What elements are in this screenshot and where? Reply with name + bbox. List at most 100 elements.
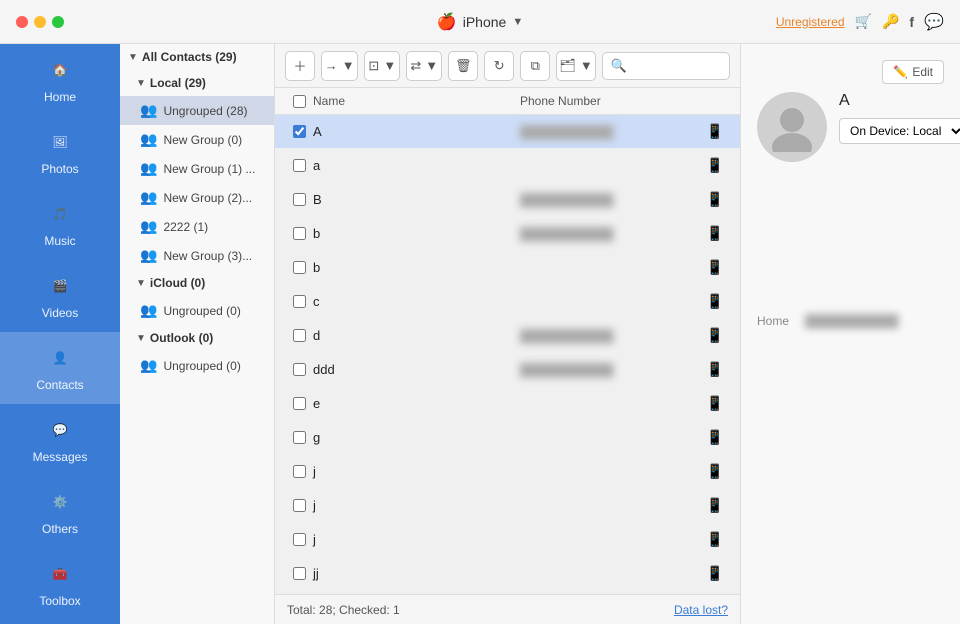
row-checkbox-cell[interactable] <box>285 397 313 410</box>
row-checkbox[interactable] <box>293 227 306 240</box>
sidebar-item-contacts[interactable]: 👤 Contacts <box>0 332 120 404</box>
search-input[interactable] <box>631 59 721 73</box>
row-checkbox[interactable] <box>293 533 306 546</box>
device-select[interactable]: On Device: Local iCloud Outlook <box>839 118 960 144</box>
row-checkbox[interactable] <box>293 295 306 308</box>
icloud-header[interactable]: ▼ iCloud (0) <box>120 270 274 296</box>
ungrouped-item[interactable]: 👥 Ungrouped (28) <box>120 96 274 125</box>
row-device-icon: 📱 <box>700 259 730 276</box>
row-checkbox[interactable] <box>293 567 306 580</box>
row-checkbox-cell[interactable] <box>285 499 313 512</box>
import-button[interactable]: → ▼ <box>321 51 358 81</box>
row-checkbox[interactable] <box>293 159 306 172</box>
row-checkbox-cell[interactable] <box>285 465 313 478</box>
row-name: a <box>313 158 520 173</box>
icloud-ungrouped-item[interactable]: 👥 Ungrouped (0) <box>120 296 274 325</box>
row-name: j <box>313 498 520 513</box>
row-checkbox[interactable] <box>293 397 306 410</box>
row-checkbox-cell[interactable] <box>285 125 313 138</box>
new-group-3-item[interactable]: 👥 New Group (3)... <box>120 241 274 270</box>
data-lost-link[interactable]: Data lost? <box>674 603 728 617</box>
facebook-icon[interactable]: f <box>909 14 914 30</box>
table-row[interactable]: a📱 <box>275 149 740 183</box>
new-group-0-label: New Group (0) <box>163 133 242 147</box>
sidebar-item-videos[interactable]: 🎬 Videos <box>0 260 120 332</box>
table-row[interactable]: b📱 <box>275 251 740 285</box>
table-row[interactable]: j📱 <box>275 455 740 489</box>
refresh-button[interactable]: ↻ <box>484 51 514 81</box>
row-checkbox[interactable] <box>293 363 306 376</box>
export-button[interactable]: ⊡ ▼ <box>364 51 400 81</box>
row-checkbox-cell[interactable] <box>285 193 313 206</box>
table-row[interactable]: ddd███████████📱 <box>275 353 740 387</box>
row-checkbox-cell[interactable] <box>285 431 313 444</box>
row-checkbox[interactable] <box>293 261 306 274</box>
row-checkbox-cell[interactable] <box>285 295 313 308</box>
local-header[interactable]: ▼ Local (29) <box>120 70 274 96</box>
icloud-triangle-icon: ▼ <box>136 278 146 289</box>
delete-icon: 🗑 <box>455 58 472 74</box>
group-2222-item[interactable]: 👥 2222 (1) <box>120 212 274 241</box>
chat-icon[interactable]: 💬 <box>924 12 944 32</box>
select-all-checkbox[interactable] <box>293 95 306 108</box>
maximize-button[interactable] <box>52 16 64 28</box>
minimize-button[interactable] <box>34 16 46 28</box>
row-device-icon: 📱 <box>700 191 730 208</box>
unregistered-link[interactable]: Unregistered <box>776 15 845 29</box>
outlook-ungrouped-item[interactable]: 👥 Ungrouped (0) <box>120 351 274 380</box>
row-checkbox[interactable] <box>293 125 306 138</box>
table-row[interactable]: e📱 <box>275 387 740 421</box>
table-row[interactable]: d███████████📱 <box>275 319 740 353</box>
table-row[interactable]: A███████████📱 <box>275 115 740 149</box>
table-header: Name Phone Number <box>275 88 740 115</box>
key-icon[interactable]: 🔑 <box>882 13 899 30</box>
close-button[interactable] <box>16 16 28 28</box>
table-row[interactable]: b███████████📱 <box>275 217 740 251</box>
row-checkbox-cell[interactable] <box>285 363 313 376</box>
row-checkbox[interactable] <box>293 193 306 206</box>
edit-button[interactable]: ✏️ Edit <box>882 60 944 84</box>
all-contacts-header[interactable]: ▼ All Contacts (29) <box>120 44 274 70</box>
table-row[interactable]: g📱 <box>275 421 740 455</box>
row-name: A <box>313 124 520 139</box>
home-label: Home <box>757 314 797 328</box>
add-contact-button[interactable]: ＋ <box>285 51 315 81</box>
sidebar-item-photos[interactable]: 🖼 Photos <box>0 116 120 188</box>
row-checkbox[interactable] <box>293 431 306 444</box>
table-row[interactable]: j📱 <box>275 523 740 557</box>
sidebar-item-toolbox[interactable]: 🧰 Toolbox <box>0 548 120 620</box>
row-checkbox[interactable] <box>293 499 306 512</box>
transfer-button[interactable]: ⇄ ▼ <box>406 51 442 81</box>
titlebar-center: 🍎 iPhone ▼ <box>437 12 523 32</box>
table-row[interactable]: c📱 <box>275 285 740 319</box>
header-checkbox-cell[interactable] <box>285 95 313 108</box>
cart-icon[interactable]: 🛒 <box>855 13 872 30</box>
row-checkbox-cell[interactable] <box>285 567 313 580</box>
new-group-0-item[interactable]: 👥 New Group (0) <box>120 125 274 154</box>
new-group-2-item[interactable]: 👥 New Group (2)... <box>120 183 274 212</box>
sidebar-item-messages[interactable]: 💬 Messages <box>0 404 120 476</box>
sidebar-label-toolbox: Toolbox <box>39 594 80 608</box>
import-dropdown-icon: ▼ <box>342 58 355 73</box>
table-row[interactable]: jj📱 <box>275 557 740 591</box>
new-group-1-item[interactable]: 👥 New Group (1) ... <box>120 154 274 183</box>
sidebar-item-others[interactable]: ⚙️ Others <box>0 476 120 548</box>
delete-button[interactable]: 🗑 <box>448 51 478 81</box>
copy-button[interactable]: ⧉ <box>520 51 550 81</box>
row-checkbox-cell[interactable] <box>285 227 313 240</box>
group-people-icon-2: 👥 <box>140 189 157 206</box>
row-checkbox-cell[interactable] <box>285 533 313 546</box>
row-checkbox[interactable] <box>293 329 306 342</box>
table-row[interactable]: B███████████📱 <box>275 183 740 217</box>
archive-button[interactable]: 🗂 ▼ <box>556 51 596 81</box>
search-box[interactable]: 🔍 <box>602 52 730 80</box>
sidebar-item-music[interactable]: 🎵 Music <box>0 188 120 260</box>
row-checkbox-cell[interactable] <box>285 261 313 274</box>
sidebar-item-home[interactable]: 🏠 Home <box>0 44 120 116</box>
row-checkbox-cell[interactable] <box>285 159 313 172</box>
table-row[interactable]: j📱 <box>275 489 740 523</box>
dropdown-chevron-icon[interactable]: ▼ <box>512 16 523 28</box>
row-checkbox-cell[interactable] <box>285 329 313 342</box>
row-checkbox[interactable] <box>293 465 306 478</box>
outlook-header[interactable]: ▼ Outlook (0) <box>120 325 274 351</box>
